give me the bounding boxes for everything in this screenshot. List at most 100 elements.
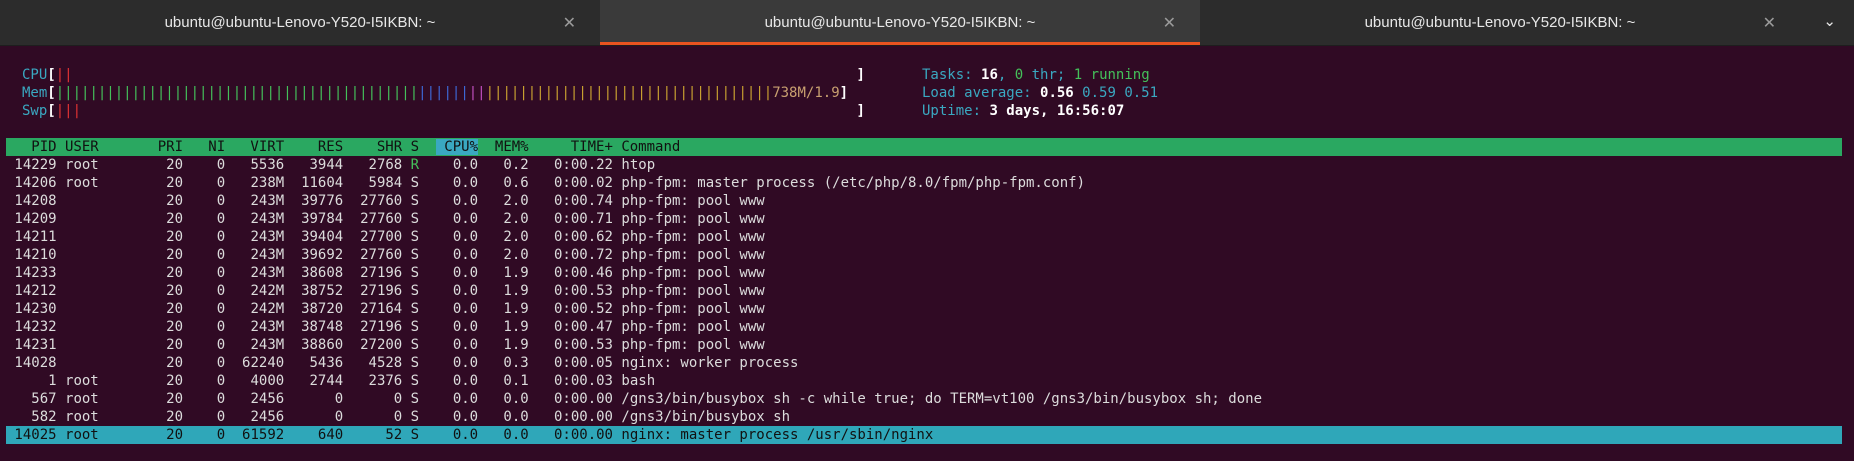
table-cell: 20 bbox=[149, 409, 192, 425]
table-cell: 243M bbox=[233, 319, 293, 335]
table-row[interactable]: 582 root 20 0 2456 0 0 S 0.0 0.0 0:00.00… bbox=[6, 408, 1842, 426]
table-row[interactable]: 14210 20 0 243M 39692 27760 S 0.0 2.0 0:… bbox=[6, 246, 1842, 264]
table-cell: 0 bbox=[191, 265, 234, 281]
table-cell: 20 bbox=[149, 157, 192, 173]
table-cell: 0 bbox=[292, 409, 352, 425]
table-cell: php-fpm: master process (/etc/php/8.0/fp… bbox=[621, 175, 1086, 191]
table-cell: 0 bbox=[191, 211, 234, 227]
table-cell: 0.0 bbox=[435, 283, 487, 299]
table-row[interactable]: 14209 20 0 243M 39784 27760 S 0.0 2.0 0:… bbox=[6, 210, 1842, 228]
scrollbar[interactable] bbox=[1842, 46, 1854, 461]
table-cell: root bbox=[65, 157, 150, 173]
close-icon[interactable]: ✕ bbox=[563, 13, 576, 33]
table-row[interactable]: 14025 root 20 0 61592 640 52 S 0.0 0.0 0… bbox=[6, 426, 1842, 444]
table-row[interactable]: 14229 root 20 0 5536 3944 2768 R 0.0 0.2… bbox=[6, 156, 1842, 174]
table-cell: 14208 bbox=[6, 193, 66, 209]
table-cell: 2376 bbox=[351, 373, 411, 389]
table-cell: 0.0 bbox=[435, 157, 487, 173]
table-cell: 20 bbox=[149, 355, 192, 371]
table-cell: 0.0 bbox=[435, 265, 487, 281]
table-row[interactable]: 14230 20 0 242M 38720 27164 S 0.0 1.9 0:… bbox=[6, 300, 1842, 318]
table-cell: 38720 bbox=[292, 301, 352, 317]
table-cell: 0:00.72 bbox=[537, 247, 622, 263]
table-row[interactable]: 14212 20 0 242M 38752 27196 S 0.0 1.9 0:… bbox=[6, 282, 1842, 300]
table-row[interactable]: 14233 20 0 243M 38608 27196 S 0.0 1.9 0:… bbox=[6, 264, 1842, 282]
tab-terminal-1[interactable]: ubuntu@ubuntu-Lenovo-Y520-I5IKBN: ~ ✕ bbox=[0, 0, 600, 45]
table-cell bbox=[65, 337, 149, 353]
table-cell: 27700 bbox=[351, 229, 411, 245]
table-cell: nginx: worker process bbox=[621, 355, 799, 371]
table-cell: 0 bbox=[191, 409, 234, 425]
table-cell: S bbox=[410, 409, 436, 425]
table-cell: 38860 bbox=[292, 337, 352, 353]
table-cell: S bbox=[410, 211, 436, 227]
table-cell: 5436 bbox=[292, 355, 352, 371]
table-cell: 27200 bbox=[351, 337, 411, 353]
table-cell: 14211 bbox=[6, 229, 66, 245]
table-cell: 0.0 bbox=[435, 391, 487, 407]
table-cell: root bbox=[65, 427, 150, 443]
table-cell: 2456 bbox=[233, 391, 293, 407]
tab-terminal-2[interactable]: ubuntu@ubuntu-Lenovo-Y520-I5IKBN: ~ ✕ bbox=[600, 0, 1200, 45]
table-cell: 2.0 bbox=[486, 247, 538, 263]
tab-terminal-3[interactable]: ubuntu@ubuntu-Lenovo-Y520-I5IKBN: ~ ✕ bbox=[1200, 0, 1800, 45]
table-cell: 243M bbox=[233, 265, 293, 281]
table-row[interactable]: 1 root 20 0 4000 2744 2376 S 0.0 0.1 0:0… bbox=[6, 372, 1842, 390]
table-cell: 11604 bbox=[292, 175, 352, 191]
table-cell: 0:00.03 bbox=[537, 373, 622, 389]
table-cell: 0.3 bbox=[486, 355, 538, 371]
tab-label: ubuntu@ubuntu-Lenovo-Y520-I5IKBN: ~ bbox=[764, 14, 1036, 31]
uptime-line: Uptime: 3 days, 16:56:07 bbox=[922, 103, 1125, 119]
table-cell: 0:00.00 bbox=[537, 427, 622, 443]
terminal-content[interactable]: CPU[|| ] Mem[|||||||||||||||||||||||||||… bbox=[0, 46, 1854, 461]
table-cell: 38748 bbox=[292, 319, 352, 335]
table-row[interactable]: 14232 20 0 243M 38748 27196 S 0.0 1.9 0:… bbox=[6, 318, 1842, 336]
table-cell: 0 bbox=[191, 337, 234, 353]
load-average-line: Load average: 0.56 0.59 0.51 bbox=[922, 85, 1159, 101]
table-cell: 20 bbox=[149, 427, 192, 443]
table-row[interactable]: 14208 20 0 243M 39776 27760 S 0.0 2.0 0:… bbox=[6, 192, 1842, 210]
table-cell bbox=[65, 283, 149, 299]
table-cell: /gns3/bin/busybox sh bbox=[621, 409, 790, 425]
table-cell: 5984 bbox=[351, 175, 411, 191]
table-cell bbox=[65, 193, 149, 209]
table-cell: 0.0 bbox=[435, 301, 487, 317]
close-icon[interactable]: ✕ bbox=[1163, 13, 1176, 33]
table-cell: 14206 bbox=[6, 175, 66, 191]
table-cell: S bbox=[410, 391, 436, 407]
tab-label: ubuntu@ubuntu-Lenovo-Y520-I5IKBN: ~ bbox=[164, 14, 436, 31]
table-cell: 27760 bbox=[351, 193, 411, 209]
table-cell: 0:00.74 bbox=[537, 193, 622, 209]
table-cell: php-fpm: pool www bbox=[621, 301, 765, 317]
mem-value: 738M/1.9 bbox=[772, 85, 840, 101]
table-cell: php-fpm: pool www bbox=[621, 337, 765, 353]
table-cell: 0 bbox=[191, 319, 234, 335]
table-cell: S bbox=[410, 337, 436, 353]
table-cell: 0.0 bbox=[435, 355, 487, 371]
table-cell: 0 bbox=[191, 373, 234, 389]
table-cell: 0.0 bbox=[435, 175, 487, 191]
table-cell: 61592 bbox=[233, 427, 293, 443]
table-row[interactable]: 14028 20 0 62240 5436 4528 S 0.0 0.3 0:0… bbox=[6, 354, 1842, 372]
table-row[interactable]: 14206 root 20 0 238M 11604 5984 S 0.0 0.… bbox=[6, 174, 1842, 192]
table-cell: 20 bbox=[149, 211, 192, 227]
chevron-down-icon[interactable]: ⌄ bbox=[1823, 12, 1836, 30]
swp-meter: Swp[||| ] bbox=[22, 103, 865, 119]
table-cell: 62240 bbox=[233, 355, 293, 371]
table-cell: 0.0 bbox=[486, 427, 538, 443]
table-cell: S bbox=[410, 283, 436, 299]
table-row[interactable]: 14211 20 0 243M 39404 27700 S 0.0 2.0 0:… bbox=[6, 228, 1842, 246]
table-row[interactable]: 14231 20 0 243M 38860 27200 S 0.0 1.9 0:… bbox=[6, 336, 1842, 354]
table-cell: root bbox=[65, 373, 150, 389]
table-cell: 2.0 bbox=[486, 193, 538, 209]
table-row[interactable]: 567 root 20 0 2456 0 0 S 0.0 0.0 0:00.00… bbox=[6, 390, 1842, 408]
table-cell: 0:00.05 bbox=[537, 355, 622, 371]
table-cell: 20 bbox=[149, 337, 192, 353]
table-cell: php-fpm: pool www bbox=[621, 193, 765, 209]
table-cell: 4528 bbox=[351, 355, 411, 371]
table-cell: php-fpm: pool www bbox=[621, 283, 765, 299]
close-icon[interactable]: ✕ bbox=[1763, 13, 1776, 33]
table-cell: 27196 bbox=[351, 265, 411, 281]
cpu-column-header[interactable]: CPU% bbox=[435, 139, 479, 155]
cpu-meter: CPU[|| ] bbox=[22, 67, 865, 83]
